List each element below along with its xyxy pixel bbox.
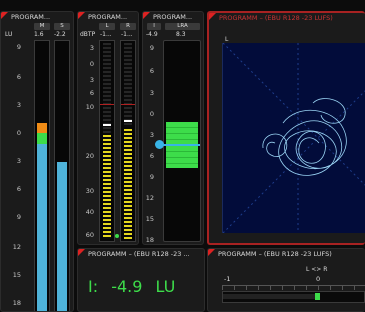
scale-tick: 6 bbox=[16, 185, 21, 193]
scale-tick: 3 bbox=[149, 89, 154, 97]
scale-tick: 6 bbox=[16, 73, 21, 81]
readout-label: I: bbox=[88, 277, 99, 296]
meter-bar-m-blue bbox=[37, 144, 47, 311]
scale-tick: 6 bbox=[89, 89, 94, 97]
scale-tick: 40 bbox=[85, 208, 94, 216]
reading-l: -1... bbox=[100, 31, 112, 38]
readout-value: -4.9 bbox=[111, 277, 143, 296]
balance-ruler bbox=[222, 285, 365, 290]
meter-track-r bbox=[120, 40, 136, 242]
balance-tick-center: 0 bbox=[316, 275, 321, 283]
scale-tick: 30 bbox=[85, 187, 94, 195]
readout-value-row: I: -4.9 LU bbox=[88, 277, 175, 296]
panel-corner-marker bbox=[1, 12, 8, 19]
channel-axis-label-l: L bbox=[225, 36, 229, 43]
lra-track bbox=[158, 40, 201, 242]
balance-axis-label: L <> R bbox=[306, 266, 328, 273]
scale-tick: 20 bbox=[85, 152, 94, 160]
meter-track-s bbox=[54, 40, 70, 311]
loudness-meter-panel[interactable]: PROGRAM... M S LU 1.6 -2.2 9 6 3 0 3 6 9… bbox=[0, 11, 74, 312]
reading-m: 1.6 bbox=[34, 31, 44, 38]
scale-tick: 15 bbox=[145, 215, 154, 223]
channel-label-s: S bbox=[54, 23, 70, 30]
readout-unit: LU bbox=[155, 277, 176, 296]
channel-label-l: L bbox=[99, 23, 115, 30]
scale-tick: 60 bbox=[85, 231, 94, 239]
channel-label-lra: LRA bbox=[165, 23, 200, 30]
scale-tick: 0 bbox=[89, 60, 94, 68]
peak-threshold-line bbox=[121, 104, 135, 105]
panel-corner-marker bbox=[143, 12, 150, 19]
scale-tick: 3 bbox=[149, 131, 154, 139]
scale-tick: 6 bbox=[149, 152, 154, 160]
true-peak-meter-panel[interactable]: PROGRAM... L R dBTP -1... -1... 3 0 3 6 … bbox=[77, 11, 139, 245]
scale-tick: 0 bbox=[149, 110, 154, 118]
panel-title: PROGRAM... bbox=[88, 13, 128, 21]
peak-hold-marker-l bbox=[103, 124, 111, 126]
panel-title: PROGRAM... bbox=[153, 13, 193, 21]
reading-integrated: -4.9 bbox=[146, 31, 158, 38]
scale-tick: 18 bbox=[145, 236, 154, 244]
balance-tick-left: -1 bbox=[224, 275, 231, 283]
scale-tick: 3 bbox=[89, 76, 94, 84]
panel-corner-marker bbox=[78, 12, 85, 19]
channel-label-m: M bbox=[34, 23, 50, 30]
scale-tick: 9 bbox=[149, 173, 154, 181]
meter-track-l bbox=[99, 40, 115, 242]
scale-tick: 3 bbox=[16, 101, 21, 109]
channel-label-r: R bbox=[120, 23, 136, 30]
meter-segments-l-dark bbox=[103, 43, 111, 133]
panel-corner-marker bbox=[78, 249, 85, 256]
scale-tick: 0 bbox=[16, 129, 21, 137]
unit-label: dBTP bbox=[80, 31, 96, 38]
integrated-level-handle[interactable] bbox=[155, 140, 164, 149]
scale-tick: 15 bbox=[12, 271, 21, 279]
scale-tick: 9 bbox=[16, 213, 21, 221]
meter-bar-r-yellow bbox=[124, 129, 132, 239]
reading-s: -2.2 bbox=[54, 31, 66, 38]
panel-title: PROGRAMM – (EBU R128 -23 LUFS) bbox=[219, 14, 333, 22]
balance-position-marker[interactable] bbox=[315, 293, 320, 300]
panel-corner-marker bbox=[208, 249, 215, 256]
scale-tick: 18 bbox=[12, 299, 21, 307]
vectorscope-plot bbox=[222, 42, 365, 234]
peak-threshold-line bbox=[100, 104, 114, 105]
panel-title: PROGRAMM – (EBU R128 -23 ... bbox=[88, 250, 190, 258]
reading-r: -1... bbox=[121, 31, 133, 38]
loudness-range-panel[interactable]: PROGRAM... I LRA -4.9 8.3 9 6 3 0 3 6 9 … bbox=[142, 11, 204, 245]
unit-label: LU bbox=[5, 31, 13, 38]
meter-bar-m-green bbox=[37, 133, 47, 144]
scale-tick: 10 bbox=[85, 103, 94, 111]
vectorscope-display bbox=[222, 42, 365, 234]
channel-label-i: I bbox=[147, 23, 161, 30]
scale-tick: 12 bbox=[145, 194, 154, 202]
integrated-level-line bbox=[158, 144, 200, 146]
meter-bar-l-yellow bbox=[103, 135, 111, 239]
scale-tick: 3 bbox=[89, 44, 94, 52]
panel-corner-marker bbox=[209, 13, 216, 20]
loudness-readout-panel[interactable]: PROGRAMM – (EBU R128 -23 ... I: -4.9 LU bbox=[77, 248, 205, 312]
signal-indicator-dot bbox=[115, 234, 119, 238]
scale-tick: 3 bbox=[16, 157, 21, 165]
scale-tick: 9 bbox=[16, 43, 21, 51]
scale-tick: 9 bbox=[149, 44, 154, 52]
reading-lra: 8.3 bbox=[176, 31, 186, 38]
scale-tick: 6 bbox=[149, 67, 154, 75]
balance-track bbox=[222, 291, 365, 303]
peak-hold-marker-r bbox=[124, 120, 132, 122]
meter-segments-r-dark bbox=[124, 43, 132, 127]
scale-tick: 12 bbox=[12, 243, 21, 251]
balance-meter-panel[interactable]: PROGRAMM – (EBU R128 -23 LUFS) L <> R -1… bbox=[207, 248, 365, 312]
panel-title: PROGRAM... bbox=[11, 13, 51, 21]
balance-indicator-bar bbox=[223, 294, 319, 299]
meter-track-m bbox=[34, 40, 50, 311]
panel-title: PROGRAMM – (EBU R128 -23 LUFS) bbox=[218, 250, 332, 258]
vectorscope-panel[interactable]: PROGRAMM – (EBU R128 -23 LUFS) L bbox=[207, 11, 365, 245]
meter-bar-s-blue bbox=[57, 162, 67, 311]
meter-bar-m-orange bbox=[37, 123, 47, 133]
